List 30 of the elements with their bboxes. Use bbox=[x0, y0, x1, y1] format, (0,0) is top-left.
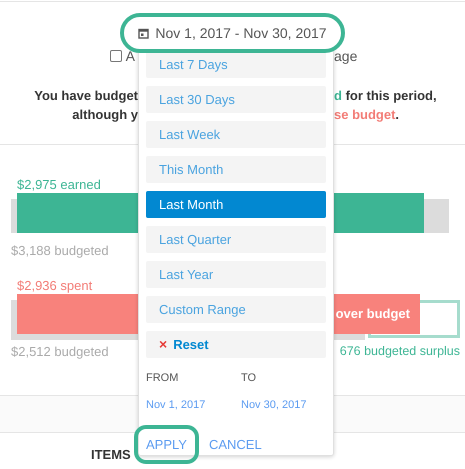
close-icon: × bbox=[159, 334, 168, 355]
earned-label: $2,975 earned bbox=[16, 176, 102, 193]
preset-option[interactable]: Last 30 Days bbox=[146, 86, 326, 113]
to-date[interactable]: Nov 30, 2017 bbox=[241, 396, 306, 413]
over-budget-text: over budget bbox=[336, 304, 410, 323]
to-label: TO bbox=[241, 371, 256, 386]
reset-button[interactable]: × Reset bbox=[146, 331, 326, 358]
apply-button[interactable]: APPLY bbox=[134, 425, 199, 464]
items-header: ITEMS bbox=[91, 446, 132, 464]
summary-text: d for this period, bbox=[334, 86, 437, 105]
cancel-button[interactable]: CANCEL bbox=[208, 434, 262, 454]
summary-text: although y bbox=[72, 106, 138, 124]
date-range-button[interactable]: Nov 1, 2017 - Nov 30, 2017 bbox=[120, 13, 345, 53]
preset-option[interactable]: Last Year bbox=[146, 261, 326, 288]
preset-option[interactable]: Last Month bbox=[146, 191, 326, 218]
from-date[interactable]: Nov 1, 2017 bbox=[146, 396, 241, 413]
calendar-icon bbox=[138, 28, 150, 38]
preset-option[interactable]: Last 7 Days bbox=[146, 51, 326, 78]
surplus-label: 676 budgeted surplus bbox=[340, 342, 460, 360]
preset-option[interactable]: Last Quarter bbox=[146, 226, 326, 253]
budget-label: $3,188 budgeted bbox=[11, 242, 110, 260]
preset-option[interactable]: Custom Range bbox=[146, 296, 326, 323]
from-label: FROM bbox=[146, 371, 180, 386]
checkbox[interactable] bbox=[110, 50, 122, 62]
budget-label: $2,512 budgeted bbox=[11, 342, 109, 361]
preset-option[interactable]: This Month bbox=[146, 156, 326, 183]
summary-text: se budget. bbox=[334, 106, 400, 124]
spent-label: $2,936 spent bbox=[16, 276, 94, 294]
preset-option[interactable]: Last Week bbox=[146, 121, 326, 148]
summary-text: You have budget bbox=[34, 86, 138, 105]
